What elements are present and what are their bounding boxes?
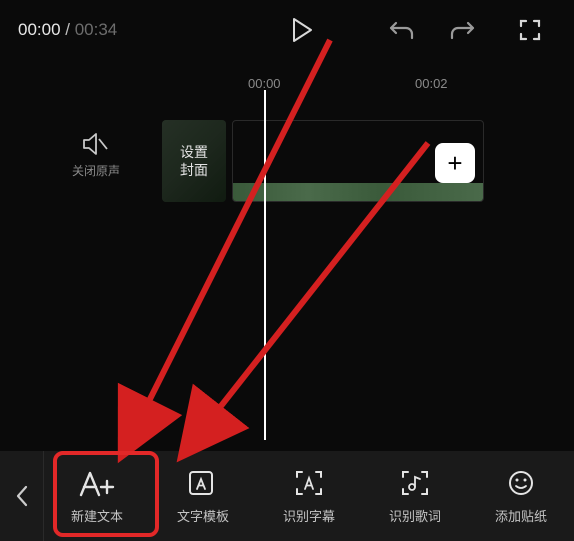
- recognize-lyrics-button[interactable]: 识别歌词: [362, 451, 468, 541]
- fullscreen-button[interactable]: [504, 10, 556, 50]
- recognize-subtitle-icon: [294, 469, 324, 497]
- text-template-icon: [188, 469, 218, 497]
- redo-button[interactable]: [436, 10, 488, 50]
- tool-label: 添加贴纸: [495, 506, 547, 525]
- undo-icon: [389, 19, 415, 41]
- new-text-button[interactable]: 新建文本: [44, 451, 150, 541]
- redo-icon: [449, 19, 475, 41]
- time-current: 00:00: [18, 20, 61, 39]
- ruler-tick: 00:00: [248, 76, 281, 91]
- top-bar: 00:00 / 00:34: [0, 0, 574, 60]
- timeline-area: 关闭原声 设置 封面 +: [0, 102, 574, 242]
- recognize-subtitle-button[interactable]: 识别字幕: [256, 451, 362, 541]
- back-button[interactable]: [0, 451, 44, 541]
- add-sticker-button[interactable]: 添加贴纸: [468, 451, 574, 541]
- ruler-tick: 00:02: [415, 76, 448, 91]
- plus-icon: +: [447, 148, 462, 179]
- chevron-left-icon: [15, 484, 29, 508]
- text-add-icon: [78, 469, 116, 497]
- play-button[interactable]: [276, 10, 328, 50]
- fullscreen-icon: [519, 19, 541, 41]
- set-cover-button[interactable]: 设置 封面: [162, 120, 226, 202]
- mute-audio-button[interactable]: 关闭原声: [72, 132, 120, 179]
- time-display: 00:00 / 00:34: [18, 20, 117, 40]
- tracks-row: 设置 封面 +: [162, 120, 484, 202]
- clip-thumbnail-strip: [233, 183, 483, 201]
- tool-label: 识别字幕: [283, 506, 335, 525]
- bottom-toolbar: 新建文本 文字模板 识别字幕 识别歌词: [0, 451, 574, 541]
- cover-label-line: 设置: [180, 143, 208, 161]
- timeline-ruler: 00:00 00:02: [0, 76, 574, 102]
- tool-label: 文字模板: [177, 506, 229, 525]
- play-icon: [291, 17, 313, 43]
- recognize-lyrics-icon: [400, 469, 430, 497]
- add-clip-button[interactable]: +: [435, 143, 475, 183]
- text-template-button[interactable]: 文字模板: [150, 451, 256, 541]
- cover-label-line: 封面: [180, 161, 208, 179]
- undo-button[interactable]: [376, 10, 428, 50]
- speaker-mute-icon: [82, 132, 110, 156]
- video-clip[interactable]: +: [232, 120, 484, 202]
- tool-label: 新建文本: [71, 506, 123, 525]
- tool-label: 识别歌词: [389, 506, 441, 525]
- time-separator: /: [61, 20, 75, 39]
- time-total: 00:34: [75, 20, 118, 39]
- sticker-icon: [507, 469, 535, 497]
- mute-label: 关闭原声: [72, 162, 120, 179]
- playhead[interactable]: [264, 90, 266, 440]
